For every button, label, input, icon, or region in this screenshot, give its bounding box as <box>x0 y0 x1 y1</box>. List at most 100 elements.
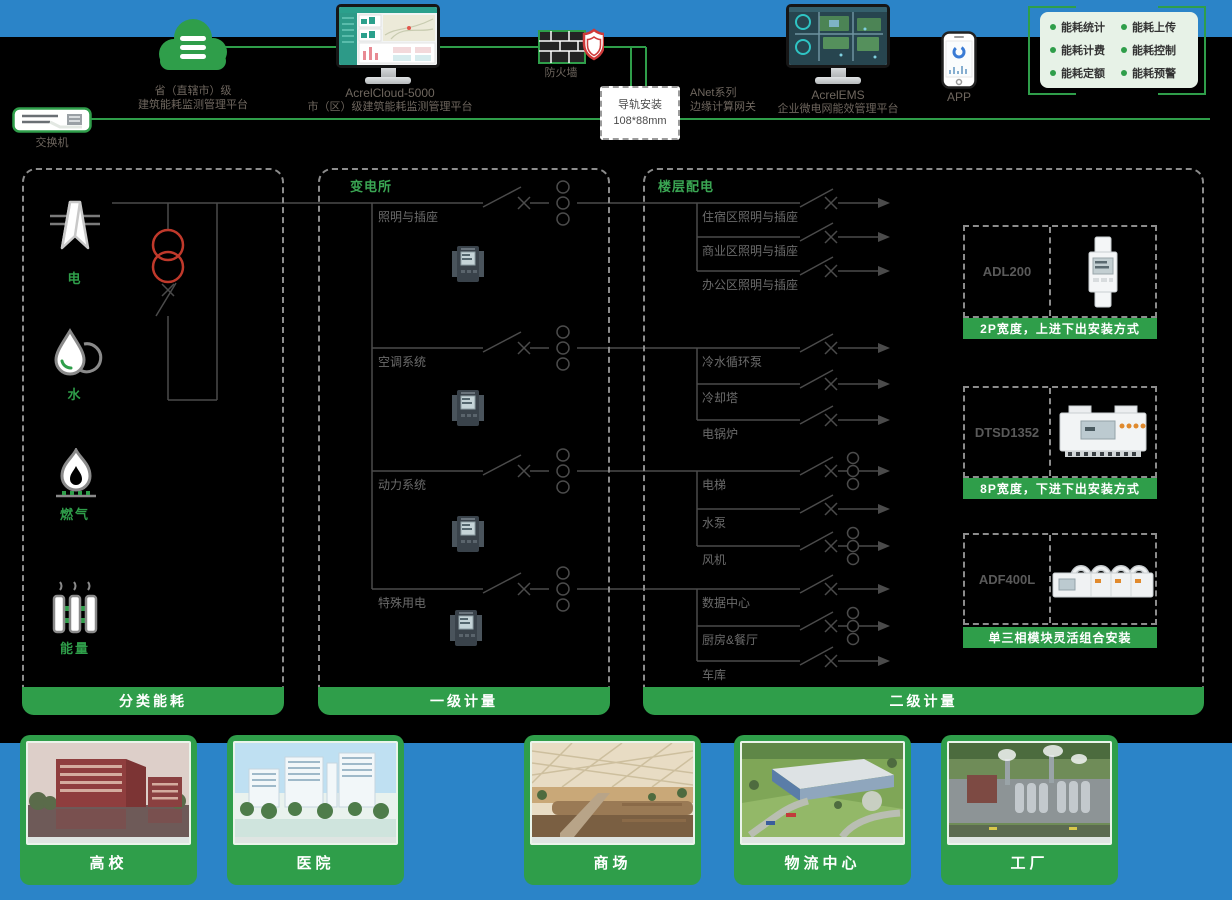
meter-caption: 单三相模块灵活组合安装 <box>963 627 1157 648</box>
cloud-platform-line1: 省（直辖市）级 <box>118 84 268 98</box>
energy-meter-photo <box>452 246 484 282</box>
cloud-platform-icon <box>152 14 234 74</box>
branch-label: 空调系统 <box>378 353 426 370</box>
scene-card-factory: 工厂 <box>941 735 1118 885</box>
floor-row-label: 水泵 <box>702 514 726 531</box>
app-label: APP <box>939 90 979 104</box>
bullet-dot-icon <box>1121 24 1127 30</box>
acrelems-screen <box>786 4 890 68</box>
meter-device-cell <box>1051 535 1155 623</box>
scene-label: 工厂 <box>947 845 1112 879</box>
energy-architecture-diagram: 省（直辖市）级 建筑能耗监测管理平台 <box>0 0 1232 900</box>
meter-box-adl200: ADL200 <box>963 225 1157 318</box>
feature-item: 能耗预警 <box>1121 65 1192 81</box>
acrelems-desc: 企业微电网能效管理平台 <box>758 102 918 116</box>
bullet-dot-icon <box>1121 47 1127 53</box>
meter-device-cell <box>1051 227 1155 316</box>
firewall-label: 防火墙 <box>537 66 585 80</box>
rail-mount-callout: 导轨安装 108*88mm <box>600 86 680 140</box>
photo-university <box>26 741 191 845</box>
category-label-energy: 能量 <box>38 638 112 657</box>
feature-label: 能耗统计 <box>1061 19 1105 35</box>
feature-item: 能耗控制 <box>1121 42 1192 58</box>
feature-label: 能耗定额 <box>1061 65 1105 81</box>
panel-classified-footer: 分类能耗 <box>22 687 284 715</box>
feature-label: 能耗计费 <box>1061 42 1105 58</box>
floor-row-label: 车库 <box>702 666 726 683</box>
acrelems-name: AcrelEMS <box>758 88 918 102</box>
meter-device-cell <box>1051 388 1155 476</box>
acrelems-monitor <box>786 4 890 84</box>
panel-floor-footer: 二级计量 <box>643 687 1204 715</box>
firewall-icon <box>538 24 604 66</box>
panel-floor-title: 楼层配电 <box>658 176 714 195</box>
floor-row-label: 商业区照明与插座 <box>702 242 798 259</box>
photo-factory <box>947 741 1112 845</box>
feature-item: 能耗上传 <box>1121 19 1192 35</box>
heat-energy-icon <box>46 580 104 636</box>
acrelcloud-monitor <box>336 4 440 84</box>
scene-label: 商场 <box>530 845 695 879</box>
monitor-stand <box>381 68 396 77</box>
electricity-tower-icon <box>44 194 106 254</box>
acrelcloud-screen <box>336 4 440 68</box>
energy-meter-photo <box>450 610 482 646</box>
acrelcloud-name: AcrelCloud-5000 <box>288 86 492 100</box>
photo-logistics <box>740 741 905 845</box>
feature-item: 能耗定额 <box>1050 65 1121 81</box>
network-switch-icon <box>12 107 92 133</box>
floor-row-label: 厨房&餐厅 <box>702 631 758 648</box>
monitor-base <box>365 77 411 84</box>
panel-substation-title: 变电所 <box>350 176 392 195</box>
acrelcloud-desc: 市（区）级建筑能耗监测管理平台 <box>288 100 492 114</box>
dtsd1352-device-icon <box>1059 405 1147 459</box>
scene-label: 物流中心 <box>740 845 905 879</box>
panel-substation-footer: 一级计量 <box>318 687 610 715</box>
scene-card-logistics: 物流中心 <box>734 735 911 885</box>
meter-box-adf400l: ADF400L <box>963 533 1157 625</box>
bullet-dot-icon <box>1050 24 1056 30</box>
cloud-platform-label: 省（直辖市）级 建筑能耗监测管理平台 <box>118 84 268 112</box>
branch-label: 动力系统 <box>378 476 426 493</box>
branch-label: 特殊用电 <box>378 594 426 611</box>
floor-row-label: 办公区照明与插座 <box>702 276 798 293</box>
rail-mount-line2: 108*88mm <box>613 113 666 129</box>
monitor-stand <box>831 68 846 77</box>
floor-row-label: 冷却塔 <box>702 389 738 406</box>
meter-model: DTSD1352 <box>965 388 1051 476</box>
bullet-dot-icon <box>1121 70 1127 76</box>
scene-card-hospital: 医院 <box>227 735 404 885</box>
category-label-electricity: 电 <box>44 268 106 287</box>
energy-meter-photo <box>452 390 484 426</box>
floor-row-label: 电锅炉 <box>702 425 738 442</box>
scene-card-mall: 商场 <box>524 735 701 885</box>
feature-item: 能耗计费 <box>1050 42 1121 58</box>
water-drop-icon <box>48 328 104 380</box>
gas-flame-icon <box>50 448 102 504</box>
meter-caption: 8P宽度，下进下出安装方式 <box>963 478 1157 499</box>
monitor-base <box>815 77 861 84</box>
branch-label: 照明与插座 <box>378 208 438 225</box>
feature-item: 能耗统计 <box>1050 19 1121 35</box>
acrelcloud-label: AcrelCloud-5000 市（区）级建筑能耗监测管理平台 <box>288 86 492 114</box>
scene-card-university: 高校 <box>20 735 197 885</box>
scene-label: 高校 <box>26 845 191 879</box>
meter-caption: 2P宽度，上进下出安装方式 <box>963 318 1157 339</box>
scene-label: 医院 <box>233 845 398 879</box>
photo-hospital <box>233 741 398 845</box>
meter-model: ADF400L <box>965 535 1051 623</box>
acrelems-label: AcrelEMS 企业微电网能效管理平台 <box>758 88 918 116</box>
photo-mall <box>530 741 695 845</box>
floor-row-label: 住宿区照明与插座 <box>702 208 798 225</box>
energy-meter-photo <box>452 516 484 552</box>
feature-label: 能耗预警 <box>1132 65 1176 81</box>
adf400l-device-icon <box>1051 555 1155 603</box>
floor-row-label: 电梯 <box>702 476 726 493</box>
floor-row-label: 冷水循环泵 <box>702 353 762 370</box>
meter-box-dtsd1352: DTSD1352 <box>963 386 1157 478</box>
meter-model: ADL200 <box>965 227 1051 316</box>
switch-label: 交换机 <box>26 136 78 150</box>
category-label-gas: 燃气 <box>38 504 112 523</box>
category-label-water: 水 <box>44 384 106 403</box>
bullet-dot-icon <box>1050 47 1056 53</box>
